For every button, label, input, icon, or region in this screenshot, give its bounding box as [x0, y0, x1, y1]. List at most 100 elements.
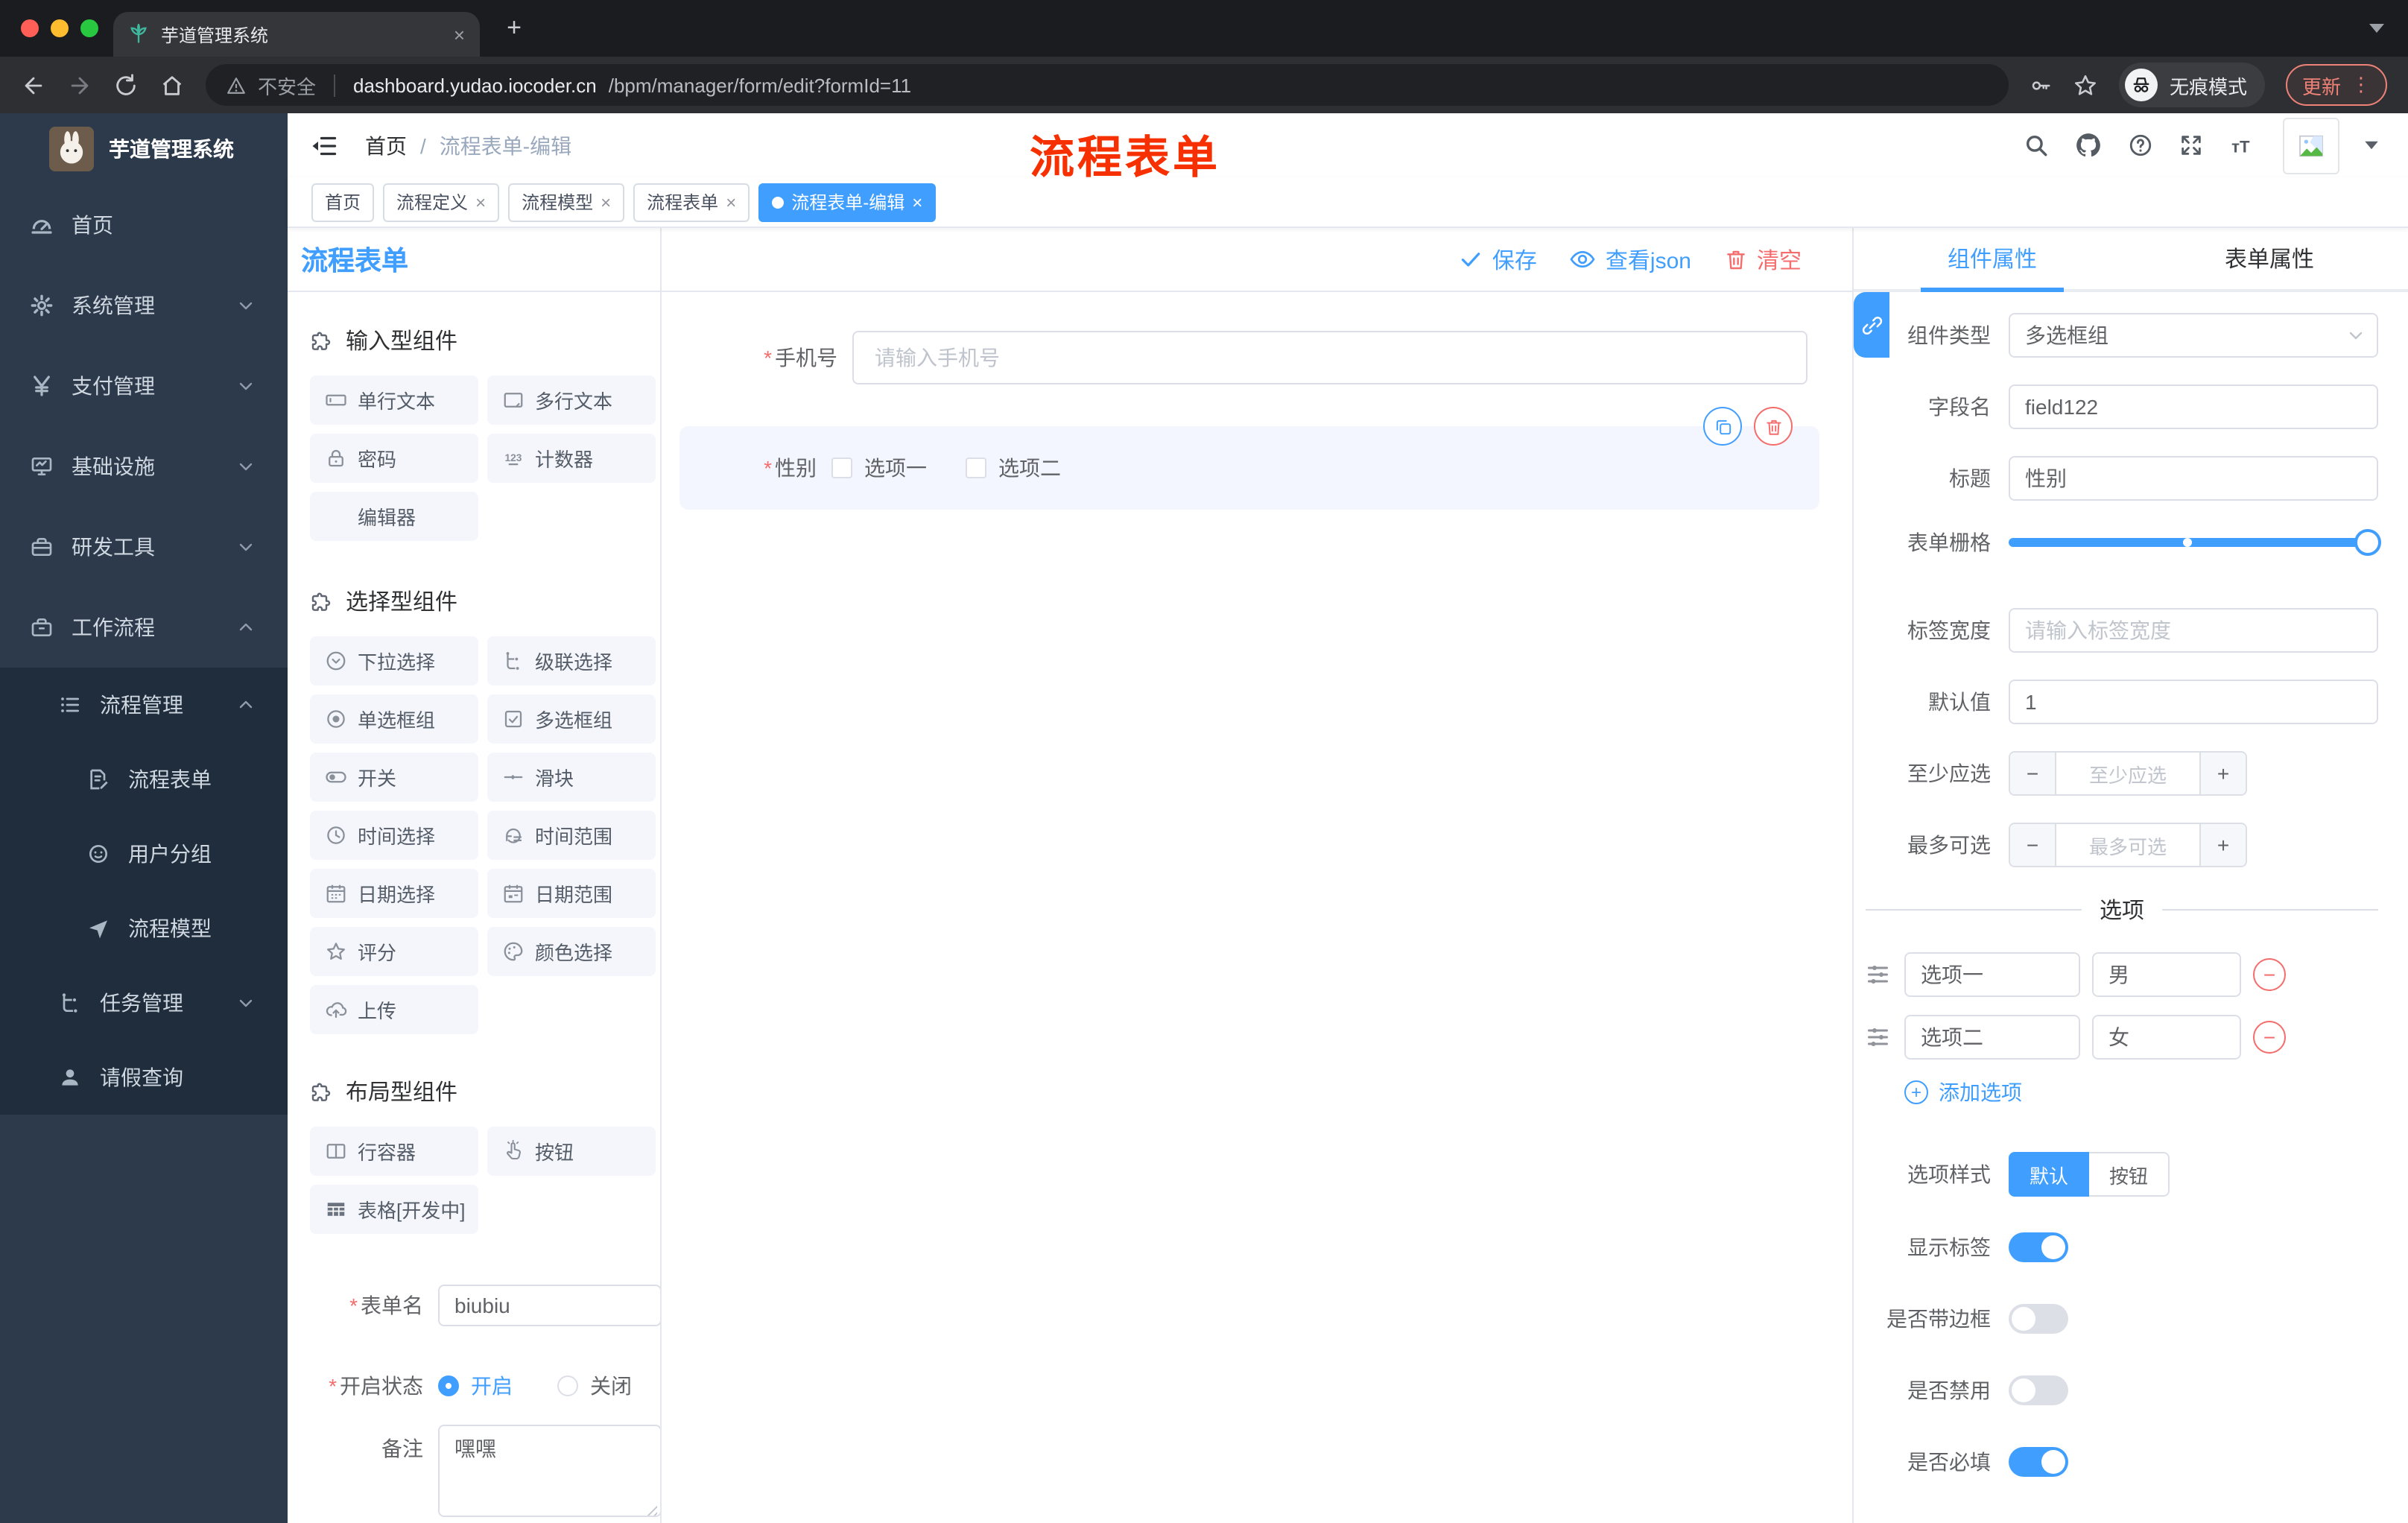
form-remark-textarea[interactable]: 嘿嘿	[438, 1425, 660, 1517]
tag-process-form-edit[interactable]: 流程表单-编辑 ×	[758, 183, 937, 221]
sidebar-item-process-model[interactable]: 流程模型	[0, 891, 288, 966]
view-json-button[interactable]: 查看json	[1570, 244, 1691, 275]
tab-form-props[interactable]: 表单属性	[2131, 228, 2408, 289]
palette-item-table[interactable]: 表格[开发中]	[310, 1185, 478, 1234]
phone-input[interactable]	[852, 331, 1807, 384]
palette-item-switch[interactable]: 开关	[310, 753, 478, 802]
sidebar-item-workflow[interactable]: 工作流程	[0, 587, 288, 668]
tag-process-form[interactable]: 流程表单 ×	[633, 183, 750, 221]
sidebar-item-system[interactable]: 系统管理	[0, 265, 288, 346]
breadcrumb-home[interactable]: 首页	[365, 130, 407, 160]
palette-item-button[interactable]: 按钮	[487, 1127, 656, 1176]
password-key-icon[interactable]	[2030, 74, 2052, 96]
checkbox-icon[interactable]	[966, 457, 986, 478]
sidebar-item-payment[interactable]: 支付管理	[0, 346, 288, 426]
sidebar-item-task-mgmt[interactable]: 任务管理	[0, 966, 288, 1040]
drag-handle-icon[interactable]	[1866, 961, 1892, 988]
delete-component-button[interactable]	[1754, 407, 1793, 446]
default-value-input[interactable]	[2009, 680, 2378, 724]
option-style-default-button[interactable]: 默认	[2009, 1152, 2089, 1197]
palette-item-radio-group[interactable]: 单选框组	[310, 694, 478, 744]
tab-search-caret-icon[interactable]	[2369, 22, 2384, 34]
bookmark-star-icon[interactable]	[2073, 72, 2098, 98]
remove-option-button[interactable]: −	[2253, 1021, 2286, 1054]
max-select-value[interactable]: 最多可选	[2055, 824, 2201, 866]
close-icon[interactable]: ×	[912, 191, 922, 212]
stepper-minus-button[interactable]: −	[2010, 753, 2055, 794]
close-icon[interactable]: ×	[726, 191, 736, 212]
tag-process-model[interactable]: 流程模型 ×	[508, 183, 625, 221]
sidebar-item-process-mgmt[interactable]: 流程管理	[0, 668, 288, 742]
copy-component-button[interactable]	[1703, 407, 1742, 446]
avatar[interactable]	[2283, 117, 2339, 174]
palette-item-date[interactable]: 日期选择	[310, 869, 478, 918]
palette-item-slider[interactable]: 滑块	[487, 753, 656, 802]
palette-item-upload[interactable]: 上传	[310, 985, 478, 1034]
gender-option-1[interactable]: 选项一	[831, 453, 927, 483]
palette-item-editor[interactable]: 编辑器	[310, 492, 478, 541]
sidebar-item-user-group[interactable]: 用户分组	[0, 817, 288, 891]
tab-component-props[interactable]: 组件属性	[1854, 228, 2131, 289]
title-input[interactable]	[2009, 456, 2378, 501]
palette-item-time-range[interactable]: 时间范围	[487, 811, 656, 860]
save-button[interactable]: 保存	[1460, 244, 1537, 275]
disabled-toggle[interactable]	[2009, 1375, 2068, 1405]
palette-item-color[interactable]: 颜色选择	[487, 927, 656, 976]
status-radio-on[interactable]: 开启	[438, 1371, 513, 1401]
sidebar-item-process-form[interactable]: 流程表单	[0, 742, 288, 817]
back-icon[interactable]	[21, 72, 46, 98]
reload-icon[interactable]	[113, 72, 139, 98]
close-icon[interactable]: ×	[601, 191, 611, 212]
font-size-icon[interactable]	[2229, 131, 2258, 159]
field-name-input[interactable]	[2009, 384, 2378, 429]
collapse-sidebar-icon[interactable]	[311, 132, 338, 159]
sidebar-item-devtools[interactable]: 研发工具	[0, 507, 288, 587]
sidebar-item-infra[interactable]: 基础设施	[0, 426, 288, 507]
browser-menu-kebab-icon[interactable]: ⋮	[2351, 73, 2371, 97]
github-icon[interactable]	[2074, 131, 2103, 159]
status-radio-off[interactable]: 关闭	[557, 1371, 632, 1401]
palette-item-select[interactable]: 下拉选择	[310, 636, 478, 685]
palette-item-single-text[interactable]: 单行文本	[310, 376, 478, 425]
close-tab-icon[interactable]: ×	[454, 23, 465, 45]
avatar-caret-icon[interactable]	[2365, 140, 2378, 151]
label-width-input[interactable]	[2009, 608, 2378, 653]
palette-item-multi-text[interactable]: 多行文本	[487, 376, 656, 425]
palette-item-rate[interactable]: 评分	[310, 927, 478, 976]
option-2-name-input[interactable]	[1904, 1015, 2080, 1060]
zoom-window-button[interactable]	[80, 19, 98, 37]
palette-item-time[interactable]: 时间选择	[310, 811, 478, 860]
required-toggle[interactable]	[2009, 1447, 2068, 1477]
sidebar-item-leave-query[interactable]: 请假查询	[0, 1040, 288, 1115]
palette-item-row-container[interactable]: 行容器	[310, 1127, 478, 1176]
option-2-value-input[interactable]	[2092, 1015, 2241, 1060]
window-controls[interactable]	[21, 19, 98, 37]
grid-slider[interactable]	[2009, 528, 2381, 557]
browser-tab[interactable]: 芋道管理系统 ×	[113, 12, 480, 57]
palette-item-password[interactable]: 密码	[310, 434, 478, 483]
slider-track[interactable]	[2009, 538, 2378, 547]
canvas-field-phone[interactable]: * 手机号	[662, 331, 1852, 384]
slider-handle[interactable]	[2354, 529, 2381, 556]
gender-option-2[interactable]: 选项二	[966, 453, 1061, 483]
stepper-plus-button[interactable]: +	[2201, 824, 2246, 866]
add-option-button[interactable]: + 添加选项	[1904, 1077, 2408, 1107]
remove-option-button[interactable]: −	[2253, 958, 2286, 991]
close-icon[interactable]: ×	[475, 191, 486, 212]
link-handle-tab[interactable]	[1854, 292, 1889, 358]
drag-handle-icon[interactable]	[1866, 1024, 1892, 1051]
close-window-button[interactable]	[21, 19, 39, 37]
forward-icon[interactable]	[67, 72, 92, 98]
palette-item-date-range[interactable]: 日期范围	[487, 869, 656, 918]
option-1-name-input[interactable]	[1904, 952, 2080, 997]
clear-button[interactable]: 清空	[1724, 244, 1802, 275]
checkbox-icon[interactable]	[831, 457, 852, 478]
option-style-button-button[interactable]: 按钮	[2089, 1152, 2170, 1197]
palette-item-counter[interactable]: 计数器	[487, 434, 656, 483]
tag-process-def[interactable]: 流程定义 ×	[383, 183, 500, 221]
search-icon[interactable]	[2024, 133, 2049, 158]
tag-home[interactable]: 首页	[311, 183, 375, 221]
form-name-input[interactable]	[438, 1285, 660, 1326]
option-1-value-input[interactable]	[2092, 952, 2241, 997]
border-toggle[interactable]	[2009, 1304, 2068, 1334]
